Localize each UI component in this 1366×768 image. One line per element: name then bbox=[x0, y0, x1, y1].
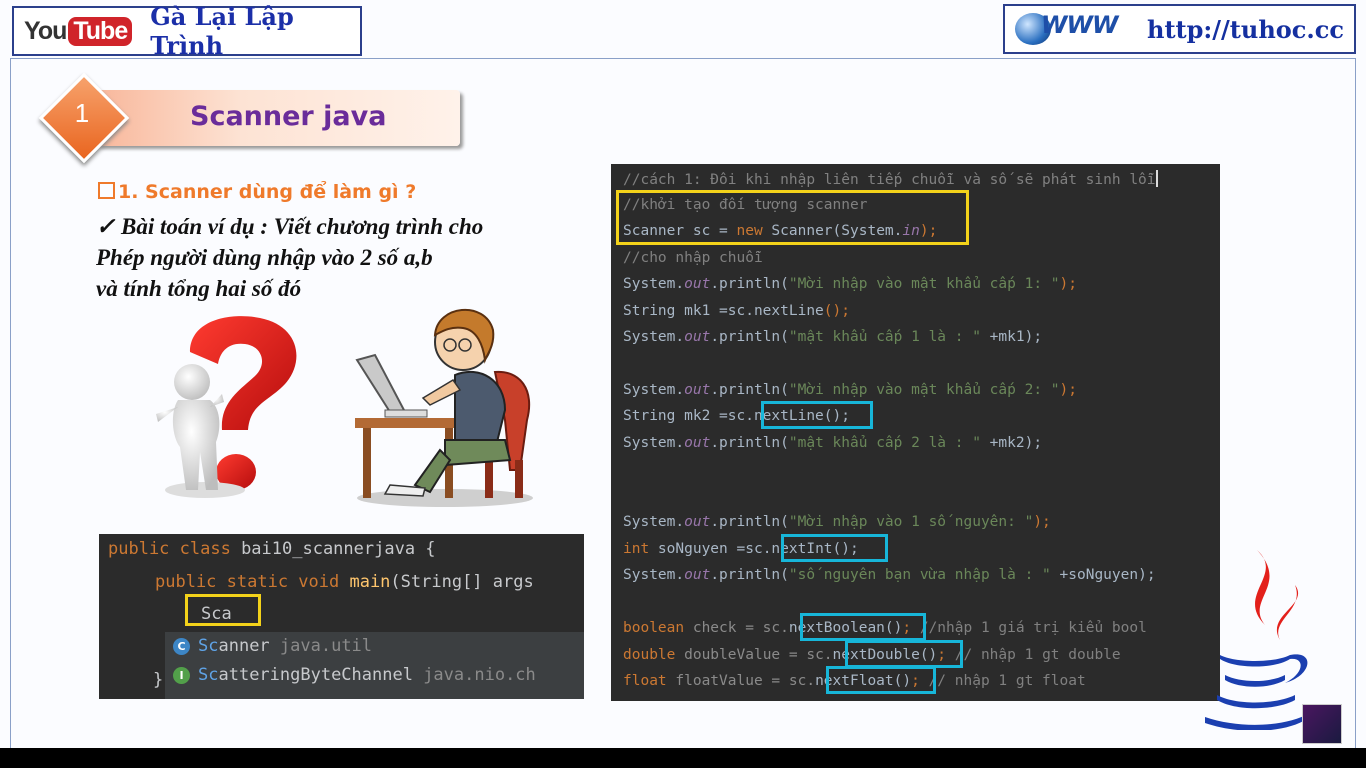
code-line: public class bai10_scannerjava { bbox=[108, 539, 436, 559]
autocomplete-code-panel: public class bai10_scannerjava { public … bbox=[99, 534, 584, 699]
channel-name: Gà Lại Lập Trình bbox=[150, 2, 294, 60]
code-line: public static void main(String[] args bbox=[155, 572, 534, 592]
code-line: System.out.println("mật khẩu cấp 2 là : … bbox=[623, 435, 1043, 451]
code-line: System.out.println("số nguyên bạn vừa nh… bbox=[623, 567, 1156, 583]
youtube-channel-banner[interactable]: You Tube Gà Lại Lập Trình bbox=[12, 2, 362, 60]
code-line: System.out.println("Mời nhập vào 1 số ng… bbox=[623, 514, 1051, 530]
youtube-logo-you: You bbox=[24, 16, 67, 45]
programmer-illustration-icon bbox=[355, 308, 533, 507]
nextboolean-highlight-box bbox=[800, 613, 926, 641]
scanner-init-highlight-box bbox=[616, 190, 969, 245]
code-line: System.out.println("mật khẩu cấp 1 là : … bbox=[623, 329, 1043, 345]
code-line: } bbox=[153, 670, 164, 690]
code-line: //cách 1: Đôi khi nhập liên tiếp chuỗi v… bbox=[623, 170, 1158, 188]
slide: You Tube Gà Lại Lập Trình WWW http://tuh… bbox=[0, 0, 1366, 748]
typed-highlight-box bbox=[185, 594, 261, 626]
checkbox-bullet-icon bbox=[98, 182, 115, 199]
text-caret bbox=[1155, 170, 1158, 187]
nextdouble-highlight-box bbox=[845, 640, 963, 668]
code-line: System.out.println("Mời nhập vào mật khẩ… bbox=[623, 276, 1077, 292]
nextline-highlight-box bbox=[761, 401, 873, 429]
question-heading: 1. Scanner dùng để làm gì ? bbox=[98, 181, 416, 203]
class-icon: C bbox=[173, 637, 190, 655]
paragraph-line: Phép người dùng nhập vào 2 số a,b bbox=[96, 245, 433, 270]
site-url[interactable]: http://tuhoc.cc bbox=[1147, 15, 1344, 44]
code-line: //cho nhập chuỗi bbox=[623, 250, 763, 266]
question-mark-figure-icon bbox=[156, 316, 297, 498]
java-logo-icon bbox=[1205, 550, 1310, 730]
youtube-logo-tube: Tube bbox=[68, 16, 133, 46]
suggestion-item[interactable]: C Sc anner java.util bbox=[173, 632, 372, 660]
autocomplete-popup: C Sc anner java.util I Sc atteringByteChanne… bbox=[165, 632, 584, 699]
www-globe-icon: WWW bbox=[1011, 9, 1131, 49]
avatar bbox=[1302, 704, 1342, 744]
paragraph-line: ✓ Bài toán ví dụ : Viết chương trình cho bbox=[96, 214, 484, 239]
nextint-highlight-box bbox=[781, 534, 888, 562]
code-line: System.out.println("Mời nhập vào mật khẩ… bbox=[623, 382, 1077, 398]
interface-icon: I bbox=[173, 666, 190, 684]
website-banner[interactable]: WWW http://tuhoc.cc bbox=[1003, 4, 1356, 54]
suggestion-item[interactable]: I Sc atteringByteChannel java.nio.ch bbox=[173, 661, 536, 689]
section-number: 1 bbox=[74, 98, 90, 128]
example-paragraph: ✓ Bài toán ví dụ : Viết chương trình cho… bbox=[96, 211, 556, 304]
nextfloat-highlight-box bbox=[826, 666, 936, 694]
scanner-code-panel: //cách 1: Đôi khi nhập liên tiếp chuỗi v… bbox=[611, 164, 1220, 701]
section-title: Scanner java bbox=[190, 101, 387, 132]
code-line: String mk1 =sc.nextLine(); bbox=[623, 303, 850, 319]
